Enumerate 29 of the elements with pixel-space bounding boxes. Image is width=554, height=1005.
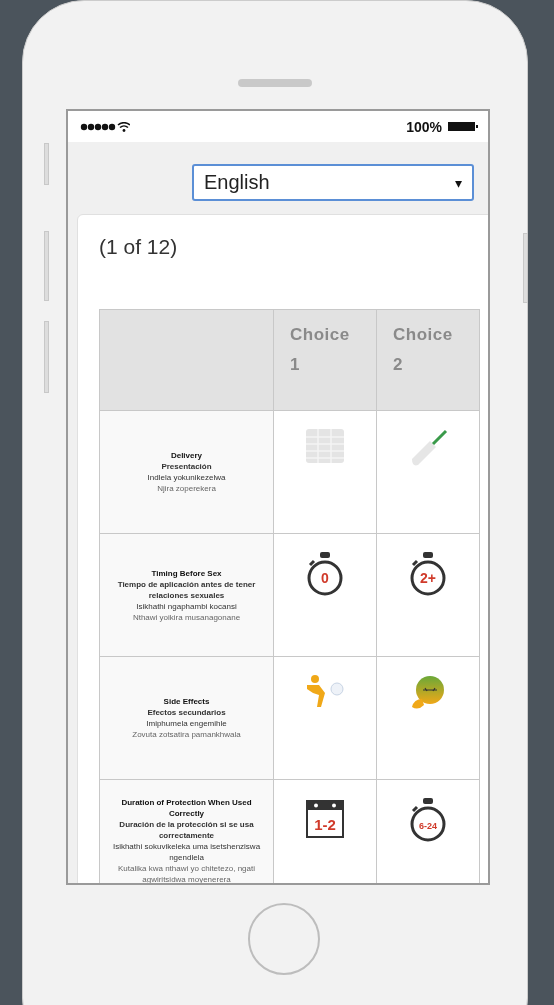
row-label: Nthawi yoikira musanagonane — [131, 611, 242, 623]
person-icon — [305, 675, 345, 709]
row-label: Duración de la protección si se usa correctamente — [118, 819, 255, 841]
sick-face-icon — [410, 675, 446, 711]
battery-icon — [448, 122, 478, 131]
row-label: Njira zoperekera — [156, 483, 217, 494]
home-button[interactable] — [248, 903, 320, 975]
grid-icon — [306, 429, 344, 463]
row-label: Side Effects — [162, 696, 211, 707]
row-label: Presentación — [160, 461, 213, 472]
row-label: Delivery — [169, 450, 204, 461]
column-header: Choice 1 — [273, 309, 377, 411]
row-label: Isikhathi ngaphambi kocansi — [135, 600, 238, 612]
row-label: Efectos secundarios — [146, 707, 227, 718]
row-label: Isikhathi sokuvikeleka uma isetshenziswa ngendlela — [111, 841, 262, 863]
progress-counter: (1 of 12) — [99, 235, 179, 259]
row-label: Timing Before Sex — [150, 567, 223, 579]
row-label: Duration of Protection When Used Correctly — [120, 797, 253, 819]
language-select[interactable]: English ▾ — [192, 164, 474, 201]
battery-percent: 100% — [406, 118, 442, 135]
row-label: Tiempo de aplicación antes de tener relaciones sexuales — [116, 578, 257, 601]
row-label: Imiphumela engemihle — [145, 718, 228, 729]
calendar-icon: 1-2 — [306, 798, 344, 838]
row-label: Indlela yokunikezelwa — [146, 472, 227, 483]
row-label: Zovuta zotsatira pamankhwala — [131, 729, 242, 740]
signal-icon — [80, 121, 130, 132]
column-header: Choice 2 — [376, 309, 480, 411]
row-label: Kutalika kwa nthawi yo chitetezo, ngati agwiritsidwa moyenerera — [117, 863, 256, 883]
caret-icon: ▾ — [455, 174, 462, 191]
